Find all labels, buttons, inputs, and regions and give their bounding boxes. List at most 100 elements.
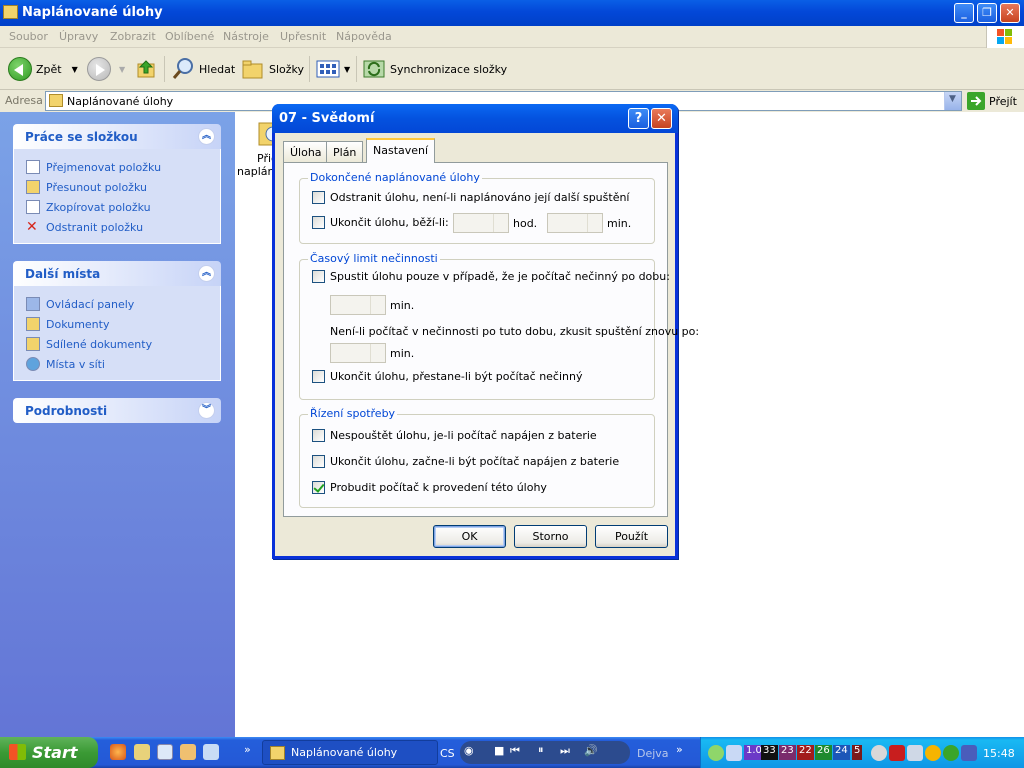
views-button[interactable]: ▼ <box>316 56 350 82</box>
up-button[interactable] <box>136 56 158 82</box>
details-title: Podrobnosti <box>25 404 108 418</box>
menu-advanced[interactable]: Upřesnit <box>280 30 326 43</box>
control-panel-link[interactable]: Ovládací panely <box>26 294 220 314</box>
player-icon[interactable]: ◉ <box>464 744 474 757</box>
minutes-spinner[interactable] <box>547 213 603 233</box>
copy-item-link[interactable]: Zkopírovat položku <box>26 197 220 217</box>
checkbox[interactable] <box>312 270 325 283</box>
checkbox[interactable] <box>312 429 325 442</box>
update-icon[interactable] <box>943 745 959 761</box>
language-indicator[interactable]: CS <box>440 747 455 760</box>
folders-button[interactable]: Složky <box>241 56 304 82</box>
checkbox-label: Spustit úlohu pouze v případě, že je poč… <box>330 270 670 283</box>
details-header[interactable]: Podrobnosti ︾ <box>13 398 221 423</box>
network-icon[interactable] <box>726 745 742 761</box>
info-icon[interactable] <box>925 745 941 761</box>
stop-icon[interactable]: ■ <box>494 744 504 757</box>
expand-icon[interactable]: ︾ <box>198 402 215 419</box>
player-track-text: Dejva <box>637 747 669 760</box>
tray-counter[interactable]: 24 <box>833 745 850 760</box>
tab-task[interactable]: Úloha <box>283 141 329 162</box>
app-icon[interactable] <box>134 744 150 760</box>
back-dropdown-icon[interactable]: ▼ <box>72 65 78 74</box>
delete-item-link[interactable]: ✕ Odstranit položku <box>26 217 220 237</box>
start-only-if-idle-checkbox[interactable]: Spustit úlohu pouze v případě, že je poč… <box>312 270 670 283</box>
checkbox[interactable] <box>312 455 325 468</box>
retry-minutes-spinner[interactable] <box>330 343 386 363</box>
checkbox[interactable] <box>312 370 325 383</box>
documents-link[interactable]: Dokumenty <box>26 314 220 334</box>
other-places-header[interactable]: Další místa ︽ <box>13 261 221 286</box>
search-button[interactable]: Hledat <box>171 56 235 82</box>
forward-button[interactable]: ▼ <box>87 56 125 82</box>
hours-spinner[interactable] <box>453 213 509 233</box>
start-button[interactable]: Start <box>0 737 98 768</box>
stop-if-running-checkbox[interactable]: Ukončit úlohu, běží-li: <box>312 216 449 229</box>
tray-counter[interactable]: 23 <box>779 745 796 760</box>
checkbox[interactable] <box>312 216 325 229</box>
minimize-button[interactable]: _ <box>954 3 974 23</box>
tab-settings[interactable]: Nastavení <box>366 138 436 163</box>
wake-computer-checkbox[interactable]: Probudit počítač k provedení této úlohy <box>312 481 547 494</box>
tab-schedule[interactable]: Plán <box>326 141 364 162</box>
shield-icon[interactable] <box>961 745 977 761</box>
menu-edit[interactable]: Úpravy <box>59 30 98 43</box>
next-icon[interactable]: ⏭ <box>560 744 570 758</box>
tray-counter[interactable]: 26 <box>815 745 832 760</box>
stop-on-battery-checkbox[interactable]: Ukončit úlohu, začne-li být počítač napá… <box>312 455 619 468</box>
apply-button[interactable]: Použít <box>595 525 668 548</box>
collapse-icon[interactable]: ︽ <box>198 265 215 282</box>
checkbox[interactable] <box>312 481 325 494</box>
item-label: naplán <box>237 165 275 178</box>
rename-item-link[interactable]: Přejmenovat položku <box>26 157 220 177</box>
monitor-icon[interactable] <box>871 745 887 761</box>
network-places-link[interactable]: Místa v síti <box>26 354 220 374</box>
back-button[interactable]: Zpět ▼ <box>8 56 78 82</box>
menu-tools[interactable]: Nástroje <box>223 30 269 43</box>
restore-button[interactable]: ❐ <box>977 3 997 23</box>
other-places-panel: Další místa ︽ Ovládací panely Dokumenty … <box>13 261 221 381</box>
ati-icon[interactable] <box>889 745 905 761</box>
checkbox[interactable] <box>312 191 325 204</box>
dialog-close-button[interactable]: ✕ <box>651 108 672 129</box>
help-button[interactable]: ? <box>628 108 649 129</box>
move-item-link[interactable]: Přesunout položku <box>26 177 220 197</box>
previous-icon[interactable]: ⏮ <box>510 744 520 758</box>
tray-counter[interactable]: 5 <box>852 745 863 760</box>
power-management-group: Řízení spotřeby Nespouštět úlohu, je-li … <box>299 407 655 508</box>
volume-icon[interactable]: 🔊 <box>584 744 598 757</box>
taskbar-task-scheduled[interactable]: Naplánované úlohy <box>262 740 438 765</box>
clock[interactable]: 15:48 <box>983 747 1015 760</box>
delete-if-not-scheduled-checkbox[interactable]: Odstranit úlohu, není-li naplánováno jej… <box>312 191 630 204</box>
tray-counter[interactable]: 33 <box>761 745 778 760</box>
ok-button[interactable]: OK <box>433 525 506 548</box>
menu-favorites[interactable]: Oblíbené <box>165 30 214 43</box>
menu-help[interactable]: Nápověda <box>336 30 392 43</box>
quicklaunch-expand-icon[interactable]: » <box>244 743 251 756</box>
pause-icon[interactable]: ⏸ <box>538 743 544 757</box>
no-start-on-battery-checkbox[interactable]: Nespouštět úlohu, je-li počítač napájen … <box>312 429 597 442</box>
documents-folder-icon <box>26 317 40 331</box>
volume-icon[interactable] <box>907 745 923 761</box>
tray-counter[interactable]: 22 <box>797 745 814 760</box>
gear-icon[interactable] <box>708 745 724 761</box>
toolbar-expand-icon[interactable]: » <box>676 743 683 756</box>
sync-folder-button[interactable]: Synchronizace složky <box>362 56 507 82</box>
app-icon[interactable] <box>180 744 196 760</box>
dialog-titlebar: 07 - Svědomí ? ✕ <box>272 104 678 133</box>
idle-minutes-spinner[interactable] <box>330 295 386 315</box>
document-icon[interactable] <box>157 744 173 760</box>
close-button[interactable]: ✕ <box>1000 3 1020 23</box>
cancel-button[interactable]: Storno <box>514 525 587 548</box>
menu-file[interactable]: Soubor <box>9 30 48 43</box>
control-panel-label: Ovládací panely <box>46 297 135 311</box>
address-dropdown-button[interactable]: ▼ <box>944 92 961 110</box>
menu-view[interactable]: Zobrazit <box>110 30 156 43</box>
firefox-icon[interactable] <box>110 744 126 760</box>
folder-tasks-header[interactable]: Práce se složkou ︽ <box>13 124 221 149</box>
app-icon[interactable] <box>203 744 219 760</box>
stop-if-not-idle-checkbox[interactable]: Ukončit úlohu, přestane-li být počítač n… <box>312 370 582 383</box>
go-button[interactable]: Přejít <box>967 91 1017 111</box>
collapse-icon[interactable]: ︽ <box>198 128 215 145</box>
shared-documents-link[interactable]: Sdílené dokumenty <box>26 334 220 354</box>
